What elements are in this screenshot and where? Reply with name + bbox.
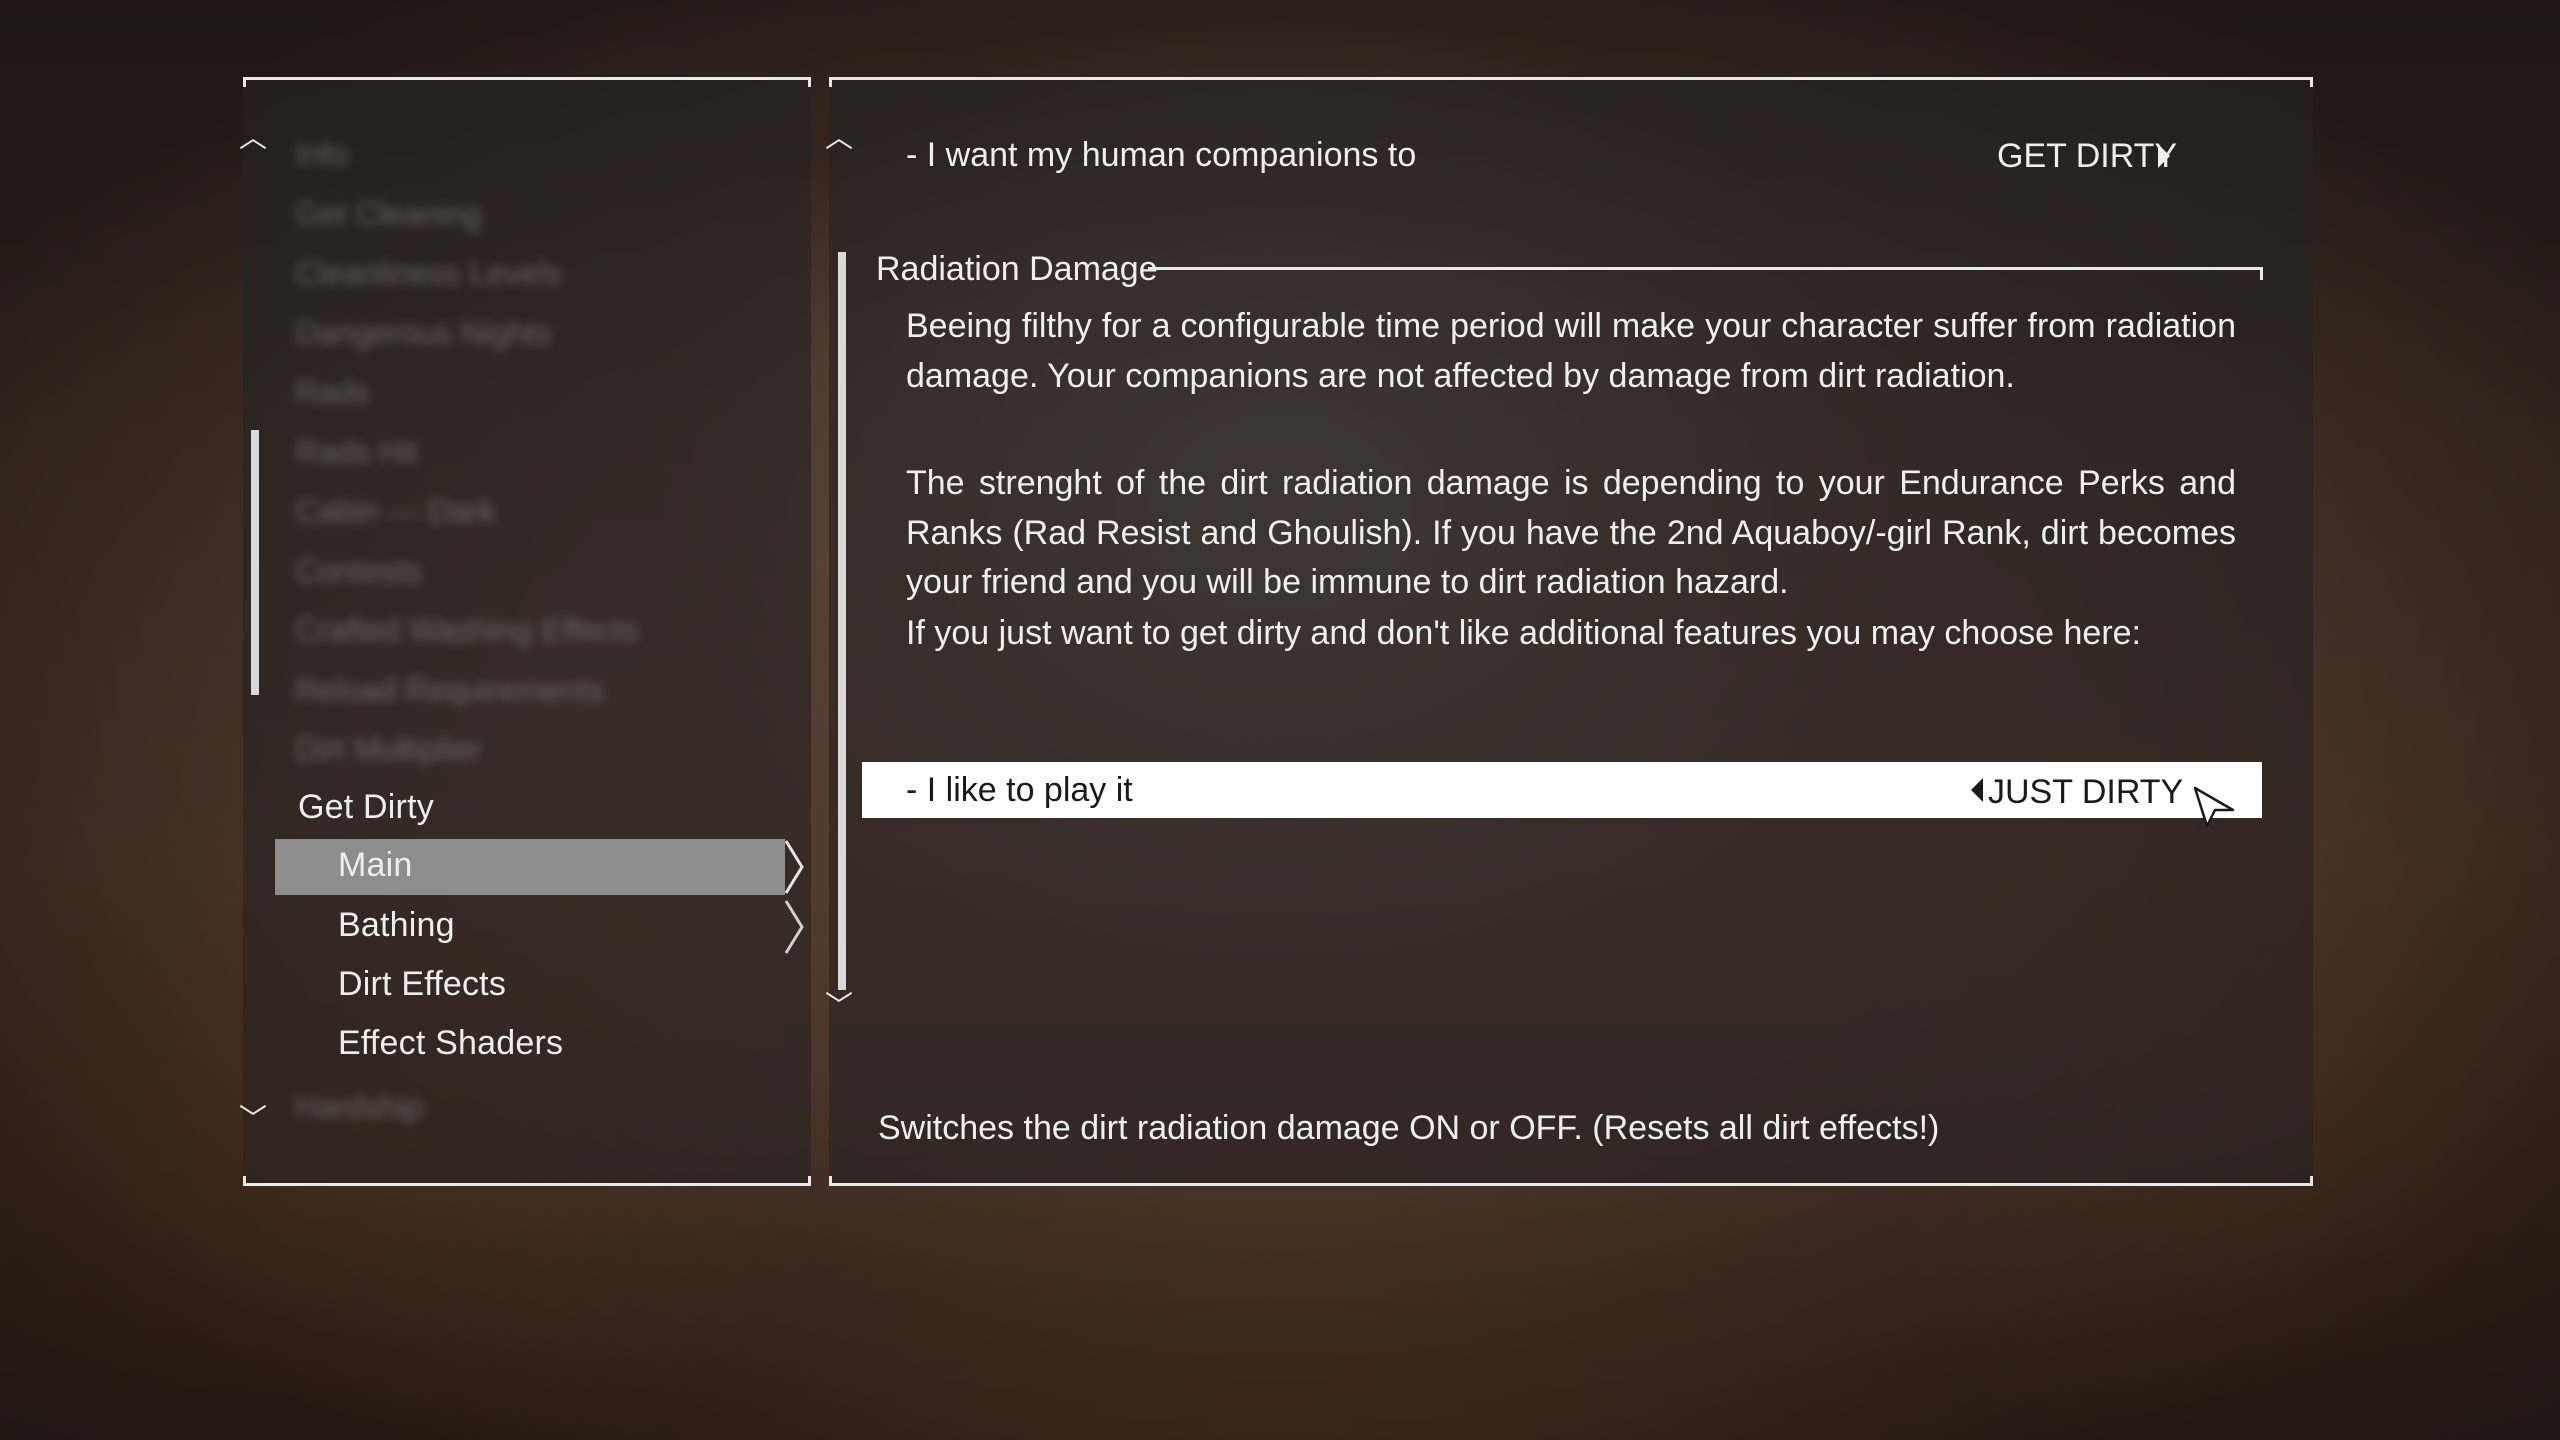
menu-item-dirt-effects[interactable]: Dirt Effects [338, 965, 506, 1004]
panel-corner [243, 1176, 246, 1186]
menu-scroll-down-icon[interactable]: ﹀ [239, 1105, 267, 1133]
chevron-right-icon [784, 900, 804, 954]
description-paragraph-1: Beeing filthy for a configurable time pe… [906, 307, 2236, 395]
panel-corner [2310, 77, 2313, 87]
menu-scrollbar[interactable] [251, 430, 259, 695]
panel-corner [2310, 1176, 2313, 1186]
chevron-right-icon [784, 840, 804, 894]
menu-item-blurred[interactable]: Dirt Multiplier [295, 731, 482, 768]
panel-bottom-border [829, 1183, 2313, 1186]
menu-item-blurred[interactable]: Cabin — Dark [295, 493, 496, 530]
menu-item-blurred[interactable]: Info [295, 136, 348, 173]
menu-item-blurred[interactable]: Cleanliness Levels [295, 255, 562, 292]
menu-item-effect-shaders[interactable]: Effect Shaders [338, 1024, 563, 1063]
menu-item-blurred[interactable]: Rads Hit [295, 434, 418, 471]
options-scroll-down-icon[interactable]: ﹀ [825, 992, 853, 1020]
panel-corner [829, 77, 832, 87]
options-scroll-up-icon[interactable]: ︿ [825, 124, 853, 152]
menu-item-blurred[interactable]: Hardship [295, 1089, 423, 1126]
option-help-text: Switches the dirt radiation damage ON or… [878, 1109, 1940, 1147]
menu-item-bathing[interactable]: Bathing [338, 906, 455, 945]
play-style-value[interactable]: JUST DIRTY [1988, 773, 2183, 812]
menu-section-get-dirty[interactable]: Get Dirty [298, 788, 434, 827]
menu-item-blurred[interactable]: Rads [295, 374, 370, 411]
options-scrollbar[interactable] [838, 252, 846, 990]
panel-top-border [243, 77, 811, 80]
menu-item-blurred[interactable]: Dangerous Nights [295, 315, 551, 352]
menu-item-blurred[interactable]: Contests [295, 553, 421, 590]
triangle-left-icon[interactable] [1971, 778, 1983, 802]
menu-scroll-up-icon[interactable]: ︿ [239, 124, 267, 152]
section-header-line-end [2260, 267, 2263, 280]
play-style-label[interactable]: - I like to play it [906, 771, 1133, 810]
section-header-radiation-damage: Radiation Damage [876, 250, 1158, 288]
menu-item-blurred[interactable]: Get Cleaning [295, 196, 482, 233]
description-paragraph-3: If you just want to get dirty and don't … [906, 614, 2141, 652]
panel-top-border [829, 77, 2313, 80]
menu-item-blurred[interactable]: Reload Requirements [295, 672, 605, 709]
panel-corner [808, 1176, 811, 1186]
companions-option-value[interactable]: GET DIRTY [1997, 137, 2177, 176]
description-paragraph-2: The strenght of the dirt radiation damag… [906, 464, 2236, 601]
panel-corner [829, 1176, 832, 1186]
panel-bottom-border [243, 1183, 811, 1186]
triangle-right-icon[interactable] [2158, 144, 2170, 168]
mouse-cursor-icon [2193, 786, 2235, 828]
menu-item-main[interactable]: Main [338, 846, 413, 885]
menu-item-blurred[interactable]: Crafted Washing Effects [295, 612, 638, 649]
companions-option-label[interactable]: - I want my human companions to [906, 136, 1416, 175]
section-header-line [1148, 267, 2263, 270]
panel-corner [808, 77, 811, 87]
panel-corner [243, 77, 246, 87]
